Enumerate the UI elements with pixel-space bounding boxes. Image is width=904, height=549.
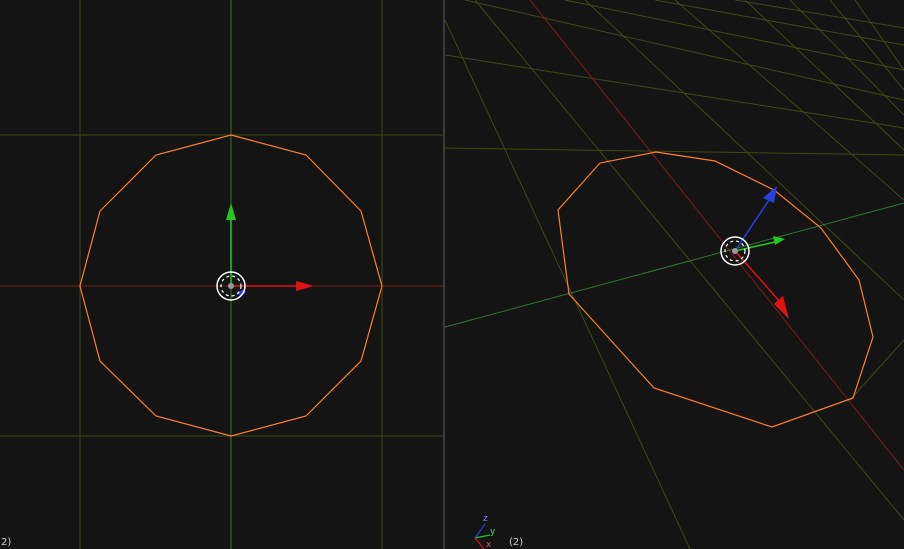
frame-label: 2) (1, 537, 12, 548)
grid-line (564, 0, 904, 71)
grid-line (584, 0, 904, 301)
gizmo-z-shaft[interactable] (734, 196, 772, 252)
arrow-up-icon[interactable] (226, 203, 236, 220)
axes-orientation-widget: z y x (467, 507, 503, 549)
circle-mesh-edges[interactable] (557, 151, 874, 428)
viewport-top-ortho[interactable]: 2) (0, 0, 443, 549)
grid-line (464, 0, 904, 101)
grid-line (445, 147, 904, 156)
viewport-workspace: 2) z y x (2) (0, 0, 904, 549)
grid-line (674, 0, 904, 201)
grid-line (829, 0, 904, 91)
viewport-perspective[interactable]: z y x (2) (445, 0, 904, 549)
grid-lines (445, 0, 904, 549)
translate-gizmo[interactable] (734, 186, 789, 319)
arrow-diagonal-icon[interactable] (773, 236, 785, 245)
arrow-right-icon[interactable] (296, 281, 314, 291)
grid-lines (0, 0, 443, 549)
viewport-top-ortho-canvas[interactable] (0, 0, 443, 549)
y-axis-line (445, 202, 904, 328)
grid-line (445, 54, 904, 129)
viewport-perspective-canvas[interactable] (445, 0, 904, 549)
grid-line (474, 0, 904, 521)
axis-label-y: y (490, 527, 496, 537)
frame-label: (2) (509, 537, 524, 548)
axis-label-x: x (486, 540, 492, 549)
translate-gizmo[interactable] (226, 203, 314, 296)
grid-line (849, 339, 904, 401)
grid-line (744, 0, 904, 151)
grid-line (789, 0, 904, 116)
target-reticle-icon[interactable] (720, 236, 750, 266)
grid-line (654, 0, 904, 46)
axis-label-z: z (483, 514, 488, 524)
